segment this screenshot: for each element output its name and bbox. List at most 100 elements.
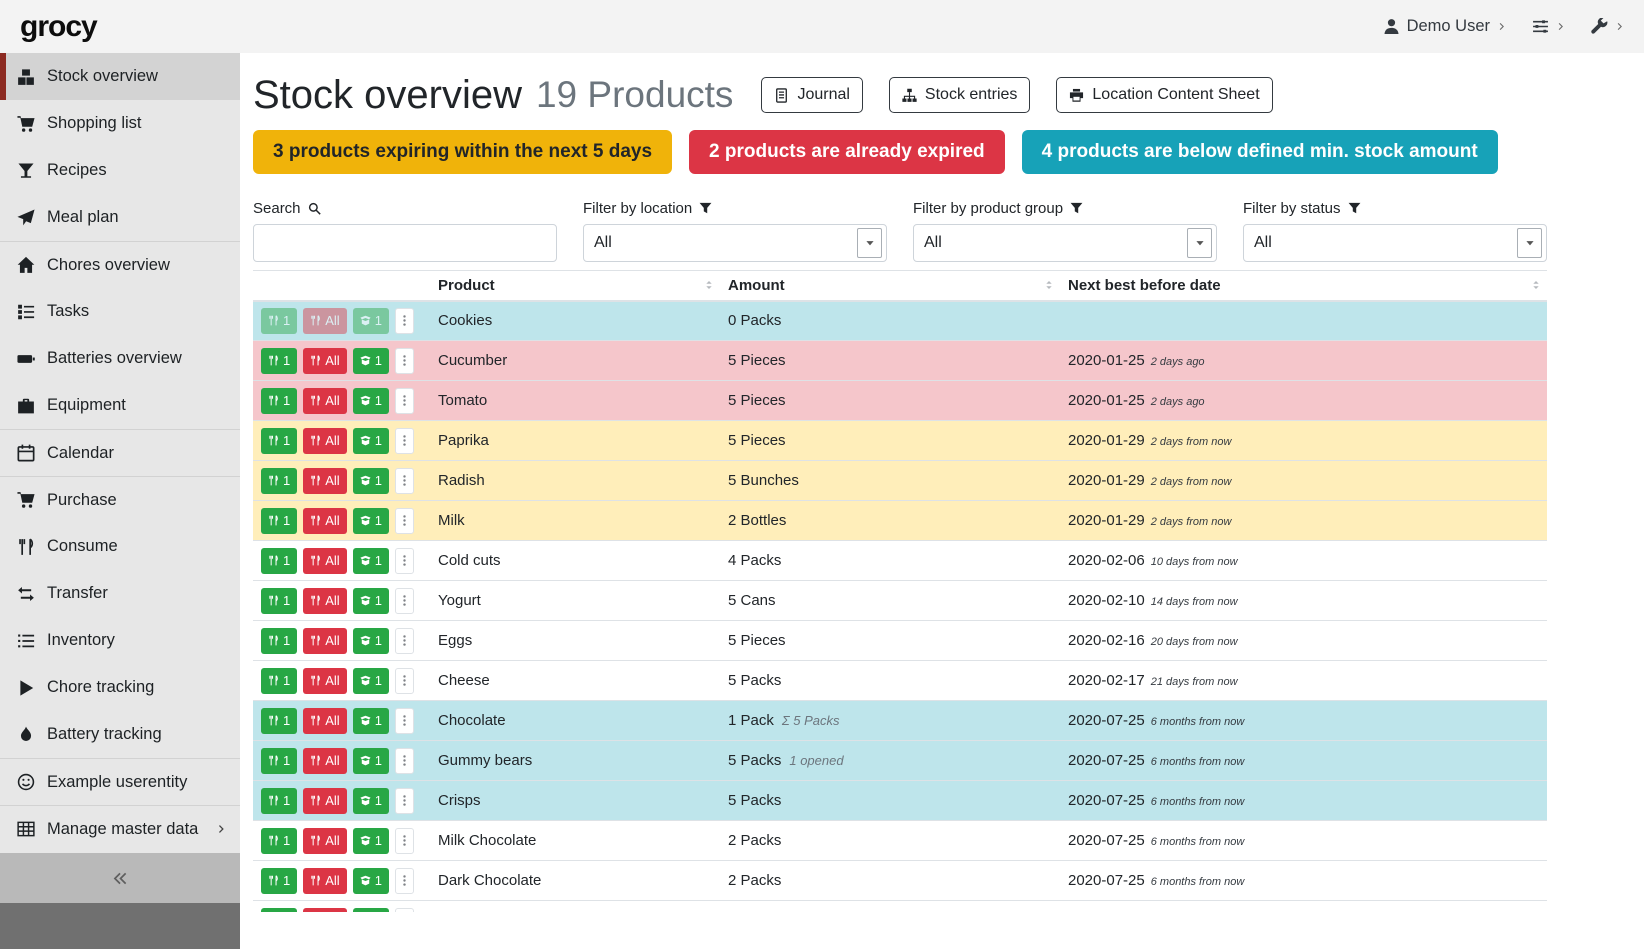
consume-all-button[interactable]: All <box>303 468 346 494</box>
search-input[interactable] <box>253 224 557 262</box>
consume-all-button[interactable]: All <box>303 868 346 894</box>
consume-one-button[interactable]: 1 <box>261 548 297 574</box>
open-one-button[interactable]: 1 <box>353 788 389 814</box>
consume-one-button[interactable]: 1 <box>261 468 297 494</box>
consume-one-button[interactable]: 1 <box>261 388 297 414</box>
row-menu-button[interactable] <box>395 908 414 912</box>
consume-one-button[interactable]: 1 <box>261 428 297 454</box>
consume-all-button[interactable]: All <box>303 628 346 654</box>
double-chevron-left-icon <box>113 871 128 886</box>
consume-one-button[interactable]: 1 <box>261 708 297 734</box>
sidebar-item-consume[interactable]: Consume <box>0 523 240 570</box>
open-one-button[interactable]: 1 <box>353 748 389 774</box>
consume-all-button[interactable]: All <box>303 828 346 854</box>
consume-one-button[interactable]: 1 <box>261 308 297 334</box>
row-menu-button[interactable] <box>395 308 414 334</box>
open-one-button[interactable]: 1 <box>353 548 389 574</box>
consume-all-button[interactable]: All <box>303 508 346 534</box>
expiring-soon-alert[interactable]: 3 products expiring within the next 5 da… <box>253 130 672 174</box>
open-one-button[interactable]: 1 <box>353 908 389 912</box>
consume-one-button[interactable]: 1 <box>261 628 297 654</box>
product-column-header[interactable]: Product <box>430 271 720 301</box>
open-one-button[interactable]: 1 <box>353 508 389 534</box>
consume-one-button[interactable]: 1 <box>261 668 297 694</box>
open-one-button[interactable]: 1 <box>353 308 389 334</box>
row-menu-button[interactable] <box>395 788 414 814</box>
sidebar-item-stock-overview[interactable]: Stock overview <box>0 53 240 100</box>
sidebar-item-manage-master-data[interactable]: Manage master data <box>0 805 240 852</box>
consume-all-button[interactable]: All <box>303 588 346 614</box>
row-menu-button[interactable] <box>395 588 414 614</box>
row-menu-button[interactable] <box>395 668 414 694</box>
row-menu-button[interactable] <box>395 868 414 894</box>
expired-alert[interactable]: 2 products are already expired <box>689 130 1005 174</box>
consume-all-button[interactable]: All <box>303 748 346 774</box>
location-content-sheet-button[interactable]: Location Content Sheet <box>1056 77 1272 113</box>
row-menu-button[interactable] <box>395 828 414 854</box>
sidebar-item-battery-tracking[interactable]: Battery tracking <box>0 711 240 758</box>
open-one-button[interactable]: 1 <box>353 708 389 734</box>
open-one-button[interactable]: 1 <box>353 428 389 454</box>
open-one-button[interactable]: 1 <box>353 828 389 854</box>
sidebar-item-chores-overview[interactable]: Chores overview <box>0 241 240 288</box>
row-menu-button[interactable] <box>395 428 414 454</box>
consume-all-button[interactable]: All <box>303 428 346 454</box>
open-one-button[interactable]: 1 <box>353 588 389 614</box>
open-one-button[interactable]: 1 <box>353 348 389 374</box>
journal-button[interactable]: Journal <box>761 77 862 113</box>
row-menu-button[interactable] <box>395 388 414 414</box>
user-menu[interactable]: Demo User <box>1383 17 1506 36</box>
open-one-button[interactable]: 1 <box>353 628 389 654</box>
sidebar-item-calendar[interactable]: Calendar <box>0 429 240 476</box>
best-before-column-header[interactable]: Next best before date <box>1060 271 1547 301</box>
sidebar-item-meal-plan[interactable]: Meal plan <box>0 194 240 241</box>
sidebar-item-equipment[interactable]: Equipment <box>0 382 240 429</box>
consume-one-button[interactable]: 1 <box>261 748 297 774</box>
consume-all-button[interactable]: All <box>303 308 346 334</box>
sidebar-item-batteries-overview[interactable]: Batteries overview <box>0 335 240 382</box>
consume-one-button[interactable]: 1 <box>261 508 297 534</box>
stock-entries-button[interactable]: Stock entries <box>889 77 1030 113</box>
location-select[interactable]: All <box>583 224 887 262</box>
sidebar-item-tasks[interactable]: Tasks <box>0 288 240 335</box>
open-one-button[interactable]: 1 <box>353 868 389 894</box>
consume-all-button[interactable]: All <box>303 348 346 374</box>
consume-one-button[interactable]: 1 <box>261 868 297 894</box>
app-logo[interactable]: grocy <box>20 10 97 44</box>
sidebar-item-transfer[interactable]: Transfer <box>0 570 240 617</box>
sidebar-item-purchase[interactable]: Purchase <box>0 476 240 523</box>
amount-column-header[interactable]: Amount <box>720 271 1060 301</box>
row-menu-button[interactable] <box>395 348 414 374</box>
row-menu-button[interactable] <box>395 548 414 574</box>
below-min-stock-alert[interactable]: 4 products are below defined min. stock … <box>1022 130 1498 174</box>
consume-one-button[interactable]: 1 <box>261 828 297 854</box>
sidebar-item-chore-tracking[interactable]: Chore tracking <box>0 664 240 711</box>
product-group-select[interactable]: All <box>913 224 1217 262</box>
consume-all-button[interactable]: All <box>303 708 346 734</box>
row-menu-button[interactable] <box>395 748 414 774</box>
consume-one-button[interactable]: 1 <box>261 348 297 374</box>
sidebar-item-example-userentity[interactable]: Example userentity <box>0 758 240 805</box>
consume-all-button[interactable]: All <box>303 388 346 414</box>
sidebar-item-inventory[interactable]: Inventory <box>0 617 240 664</box>
row-menu-button[interactable] <box>395 708 414 734</box>
sidebar-collapse-button[interactable] <box>0 853 240 903</box>
consume-one-button[interactable]: 1 <box>261 908 297 912</box>
row-menu-button[interactable] <box>395 628 414 654</box>
open-one-button[interactable]: 1 <box>353 668 389 694</box>
consume-one-button[interactable]: 1 <box>261 788 297 814</box>
row-menu-button[interactable] <box>395 468 414 494</box>
consume-all-button[interactable]: All <box>303 668 346 694</box>
open-one-button[interactable]: 1 <box>353 388 389 414</box>
consume-one-button[interactable]: 1 <box>261 588 297 614</box>
consume-all-button[interactable]: All <box>303 908 346 912</box>
consume-all-button[interactable]: All <box>303 788 346 814</box>
consume-all-button[interactable]: All <box>303 548 346 574</box>
admin-menu[interactable] <box>1591 18 1624 35</box>
status-select[interactable]: All <box>1243 224 1547 262</box>
open-one-button[interactable]: 1 <box>353 468 389 494</box>
row-menu-button[interactable] <box>395 508 414 534</box>
sidebar-item-shopping-list[interactable]: Shopping list <box>0 100 240 147</box>
sidebar-item-recipes[interactable]: Recipes <box>0 147 240 194</box>
settings-menu[interactable] <box>1532 18 1565 35</box>
